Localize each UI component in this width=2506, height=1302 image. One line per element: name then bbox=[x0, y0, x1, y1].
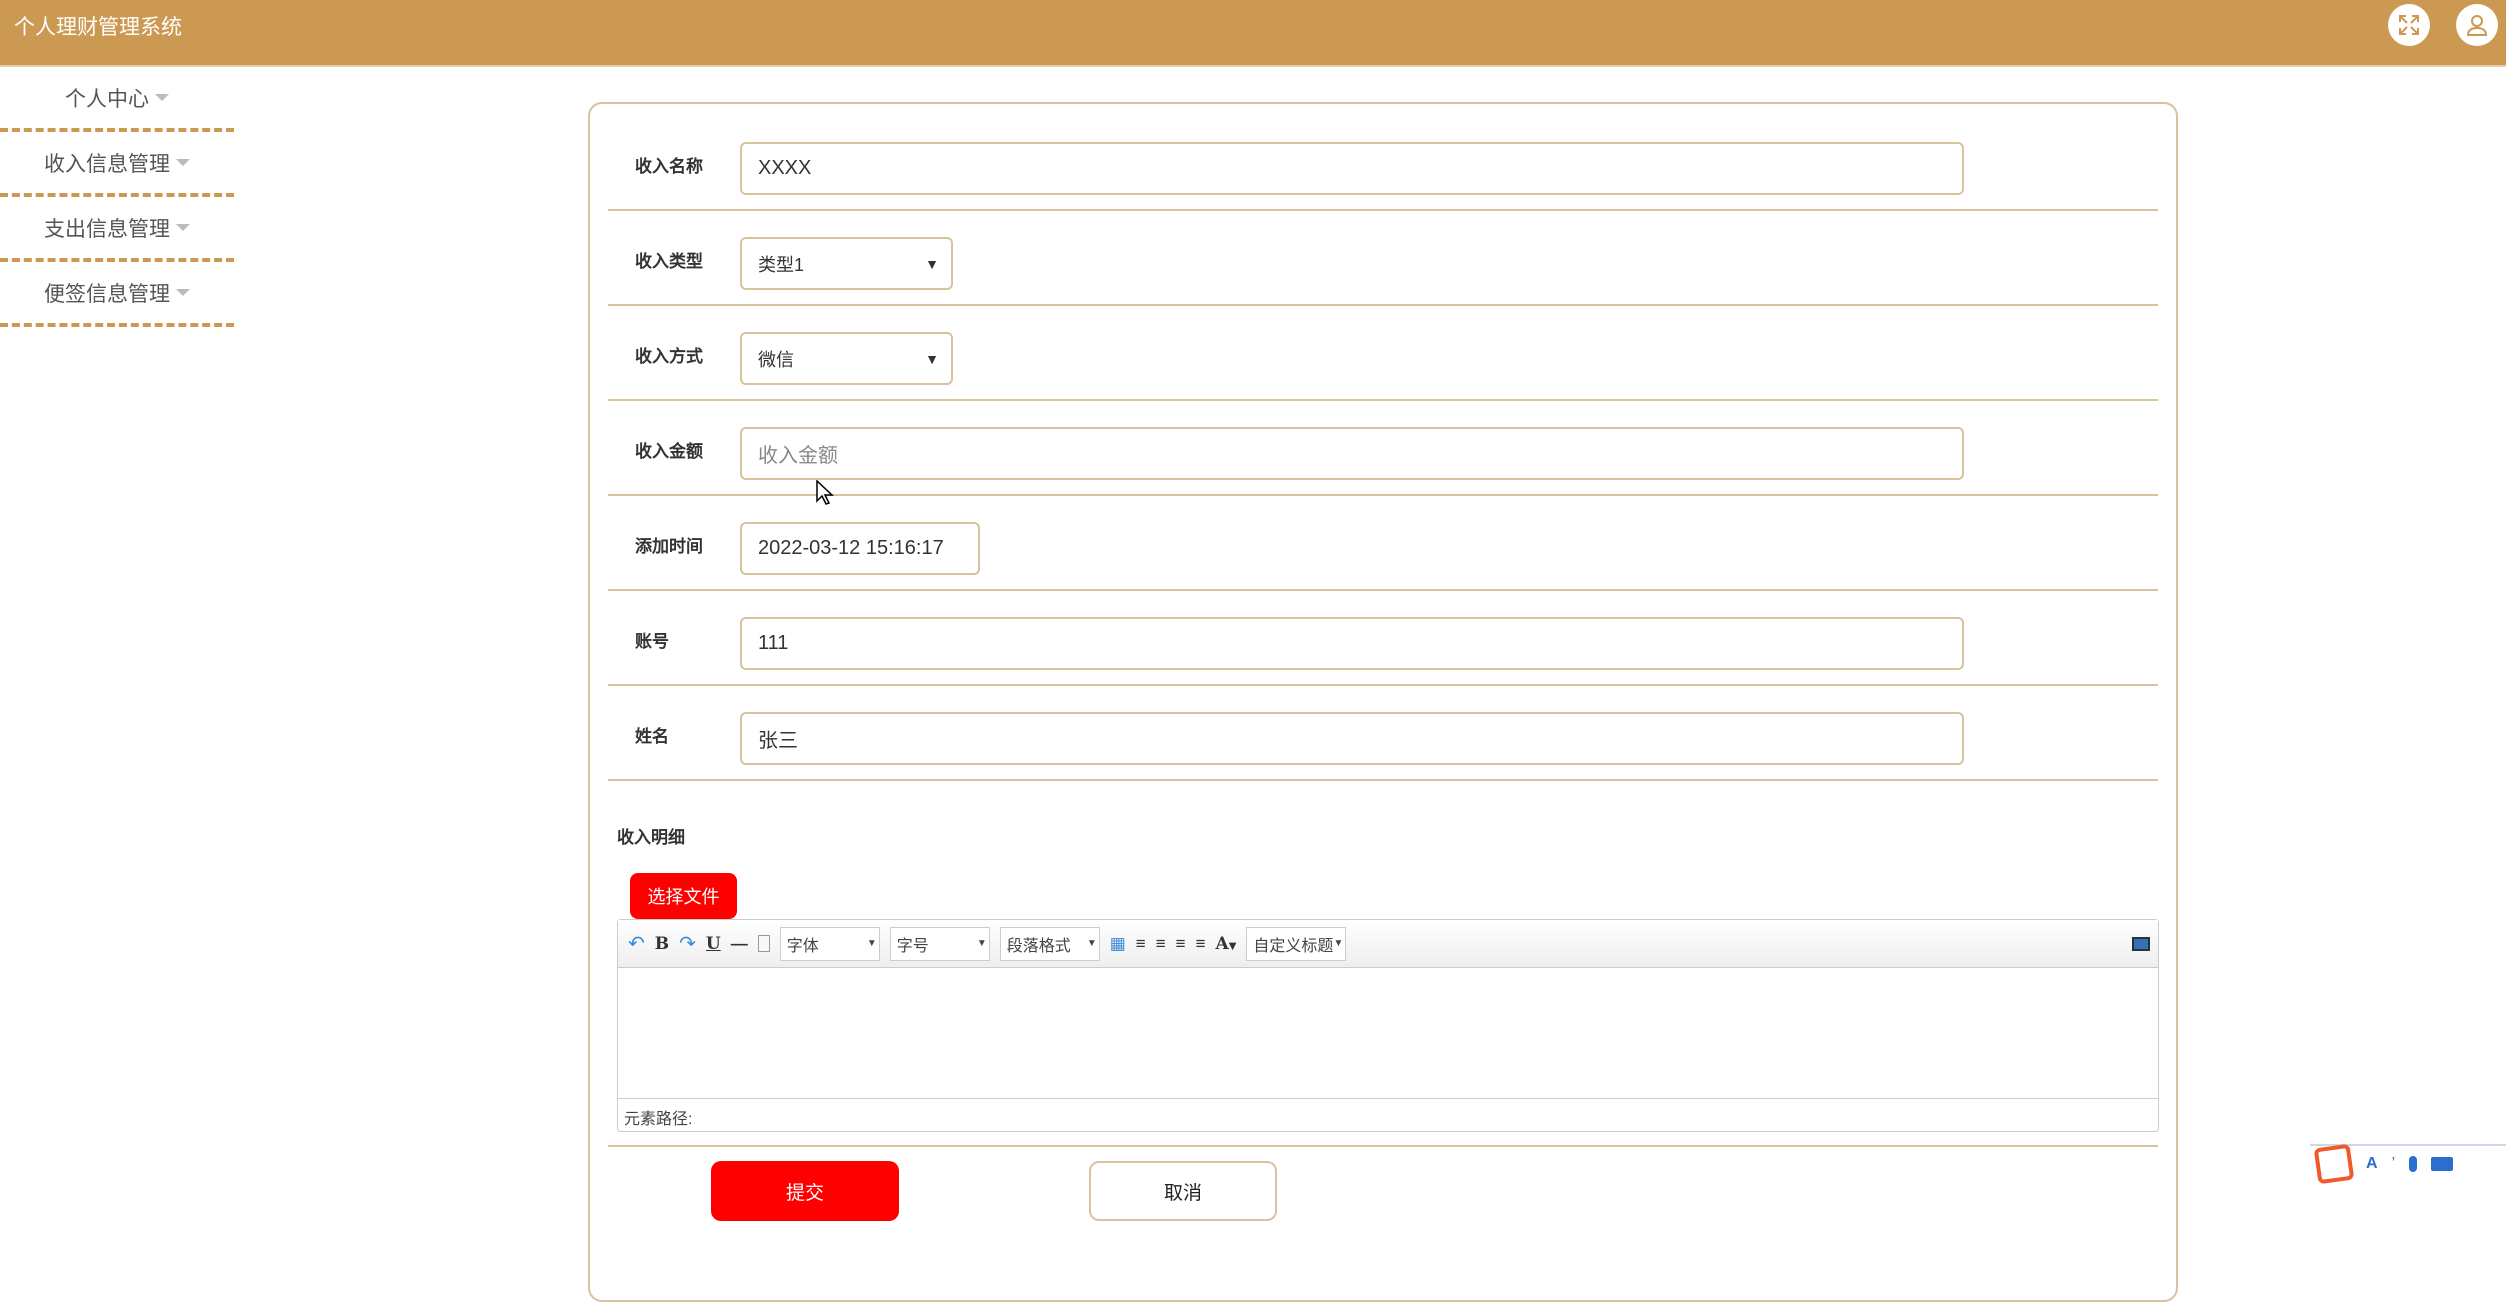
form-row-account: 账号 111 bbox=[608, 591, 2158, 686]
document-icon[interactable] bbox=[757, 935, 770, 952]
mic-icon[interactable] bbox=[2409, 1156, 2418, 1172]
underline-button[interactable]: U bbox=[706, 934, 721, 954]
chevron-down-icon: ▼ bbox=[925, 350, 939, 367]
income-method-select[interactable]: 微信 ▼ bbox=[740, 332, 953, 385]
editor-status-bar: 元素路径: bbox=[618, 1098, 2158, 1131]
sidebar-item-label: 便签信息管理 bbox=[44, 282, 170, 306]
field-label: 收入名称 bbox=[635, 157, 703, 176]
align-right-icon[interactable]: ≡ bbox=[1156, 934, 1166, 954]
field-label: 账号 bbox=[635, 632, 669, 651]
horizontal-rule-icon[interactable]: — bbox=[731, 934, 748, 954]
mouse-cursor-icon bbox=[816, 480, 834, 505]
field-label: 添加时间 bbox=[635, 537, 703, 556]
undo-icon[interactable]: ↶ bbox=[628, 931, 645, 956]
top-header: 个人理财管理系统 bbox=[0, 0, 2506, 67]
table-icon[interactable]: ▦ bbox=[1110, 934, 1126, 954]
caret-down-icon bbox=[176, 159, 190, 166]
form-row-add-time: 添加时间 2022-03-12 15:16:17 bbox=[608, 496, 2158, 591]
redo-icon[interactable]: ↷ bbox=[679, 931, 696, 956]
income-type-select[interactable]: 类型1 ▼ bbox=[740, 237, 953, 290]
field-label: 收入金额 bbox=[635, 442, 703, 461]
income-amount-input[interactable]: 收入金额 bbox=[740, 427, 1964, 480]
custom-title-select[interactable]: 自定义标题 ▼ bbox=[1246, 926, 1347, 961]
font-color-button[interactable]: A▼ bbox=[1215, 934, 1236, 954]
editor-toolbar: ↶ B ↷ U — 字体 ▼ 字号 ▼ 段落格式 ▼ ▦ ≡ ≡ ≡ ≡ A▼ 自定义… bbox=[618, 920, 2158, 968]
income-name-input[interactable]: XXXX bbox=[740, 142, 1964, 195]
form-row-income-method: 收入方式 微信 ▼ bbox=[608, 306, 2158, 401]
selected-value: 微信 bbox=[758, 349, 794, 370]
field-label: 收入方式 bbox=[635, 347, 703, 366]
sidebar-item-notes[interactable]: 便签信息管理 bbox=[0, 262, 234, 327]
select-label: 段落格式 bbox=[1006, 937, 1071, 955]
rich-text-editor: ↶ B ↷ U — 字体 ▼ 字号 ▼ 段落格式 ▼ ▦ ≡ ≡ ≡ ≡ A▼ 自定义… bbox=[617, 919, 2159, 1132]
sidebar-item-personal-center[interactable]: 个人中心 bbox=[0, 67, 234, 132]
select-label: 字体 bbox=[786, 937, 819, 955]
user-button[interactable] bbox=[2456, 4, 2498, 46]
caret-down-icon bbox=[176, 224, 190, 231]
ime-icon[interactable]: ’ bbox=[2392, 1155, 2396, 1173]
paragraph-format-select[interactable]: 段落格式 ▼ bbox=[999, 926, 1100, 961]
caret-down-icon bbox=[176, 289, 190, 296]
caret-down-icon: ▼ bbox=[1333, 938, 1344, 949]
align-center-icon[interactable]: ≡ bbox=[1176, 934, 1186, 954]
form-row-name: 姓名 张三 bbox=[608, 686, 2158, 781]
add-time-input[interactable]: 2022-03-12 15:16:17 bbox=[740, 522, 980, 575]
fullscreen-button[interactable] bbox=[2388, 4, 2430, 46]
sidebar-item-label: 支出信息管理 bbox=[44, 217, 170, 241]
bold-button[interactable]: B bbox=[655, 934, 669, 954]
submit-button[interactable]: 提交 bbox=[711, 1161, 899, 1221]
keyboard-icon[interactable] bbox=[2431, 1157, 2454, 1171]
form-row-income-amount: 收入金额 收入金额 bbox=[608, 401, 2158, 496]
caret-down-icon: ▼ bbox=[1086, 938, 1097, 949]
caret-down-icon bbox=[155, 94, 169, 101]
income-form: 收入名称 XXXX 收入类型 类型1 ▼ 收入方式 微信 ▼ 收入金额 收入金额 添… bbox=[588, 102, 2178, 1302]
divider bbox=[608, 1145, 2158, 1147]
font-color-label: A bbox=[1215, 933, 1229, 954]
sidebar-item-label: 收入信息管理 bbox=[44, 152, 170, 176]
align-justify-icon[interactable]: ≡ bbox=[1196, 934, 1206, 954]
font-family-select[interactable]: 字体 ▼ bbox=[779, 926, 880, 961]
sidebar-item-expense[interactable]: 支出信息管理 bbox=[0, 197, 234, 262]
field-label: 收入明细 bbox=[617, 828, 685, 847]
caret-down-icon: ▼ bbox=[976, 938, 987, 949]
caret-down-icon: ▼ bbox=[1228, 940, 1237, 952]
font-size-select[interactable]: 字号 ▼ bbox=[889, 926, 990, 961]
ime-icon[interactable]: Α bbox=[2366, 1155, 2378, 1173]
name-input[interactable]: 张三 bbox=[740, 712, 1964, 765]
choose-file-button[interactable]: 选择文件 bbox=[630, 873, 737, 919]
chevron-down-icon: ▼ bbox=[925, 255, 939, 272]
caret-down-icon: ▼ bbox=[866, 938, 877, 949]
align-left-icon[interactable]: ≡ bbox=[1136, 934, 1146, 954]
preview-icon[interactable] bbox=[2132, 936, 2150, 951]
select-label: 字号 bbox=[896, 937, 929, 955]
expand-icon bbox=[2399, 15, 2419, 35]
app-title: 个人理财管理系统 bbox=[14, 16, 182, 39]
ime-toolbar[interactable]: Α ’ bbox=[2310, 1143, 2506, 1185]
form-row-income-name: 收入名称 XXXX bbox=[608, 116, 2158, 211]
select-label: 自定义标题 bbox=[1253, 937, 1334, 955]
cancel-button[interactable]: 取消 bbox=[1089, 1161, 1277, 1221]
user-icon bbox=[2466, 15, 2488, 36]
field-label: 姓名 bbox=[635, 727, 669, 746]
sidebar-item-income[interactable]: 收入信息管理 bbox=[0, 132, 234, 197]
editor-content-area[interactable] bbox=[618, 968, 2158, 1098]
field-label: 收入类型 bbox=[635, 252, 703, 271]
ime-logo-icon bbox=[2313, 1143, 2355, 1185]
form-row-income-type: 收入类型 类型1 ▼ bbox=[608, 211, 2158, 306]
sidebar: 个人中心 收入信息管理 支出信息管理 便签信息管理 bbox=[0, 67, 234, 327]
selected-value: 类型1 bbox=[758, 254, 805, 275]
sidebar-item-label: 个人中心 bbox=[65, 87, 149, 111]
account-input[interactable]: 111 bbox=[740, 617, 1964, 670]
